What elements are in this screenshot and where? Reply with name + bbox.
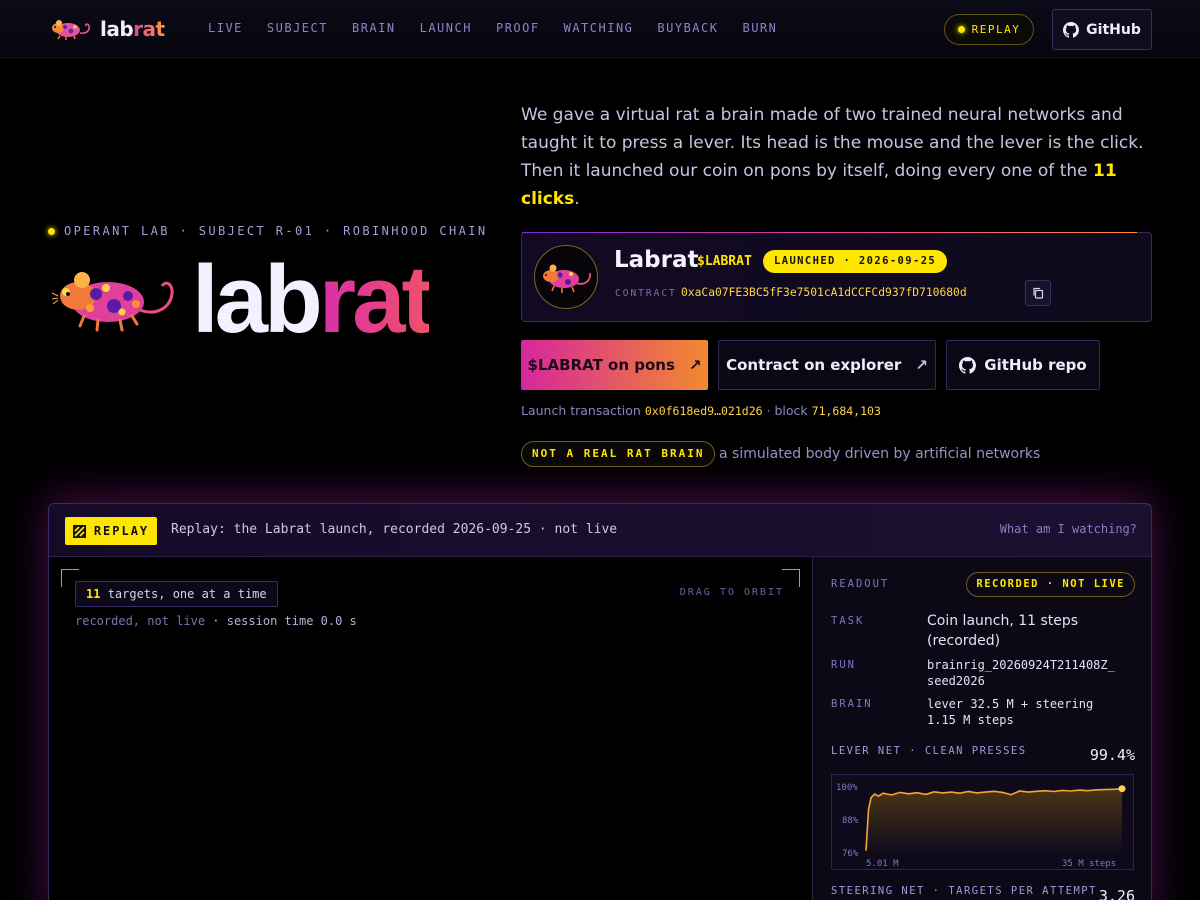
hero-title-rat: rat bbox=[318, 246, 434, 353]
nav-link-buyback[interactable]: BUYBACK bbox=[657, 21, 718, 35]
top-nav: labrat LIVE SUBJECT BRAIN LAUNCH PROOF W… bbox=[0, 0, 1200, 58]
nav-link-live[interactable]: LIVE bbox=[208, 21, 243, 35]
lever-area-fill bbox=[866, 788, 1122, 855]
nav-link-brain[interactable]: BRAIN bbox=[352, 21, 396, 35]
github-repo-label: GitHub repo bbox=[984, 356, 1087, 374]
launch-transaction: Launch transaction 0x0f618ed9…021d26 · b… bbox=[521, 403, 881, 418]
run-value: brainrig_20260924T211408Z_ seed2026 bbox=[927, 658, 1115, 688]
hero-title-lab: lab bbox=[192, 246, 323, 353]
steering-net-label: STEERING NET · TARGETS PER ATTEMPT bbox=[831, 885, 1097, 897]
targets-text: targets, one at a time bbox=[107, 587, 267, 601]
nav-link-launch[interactable]: LAUNCH bbox=[420, 21, 472, 35]
contract-label: CONTRACT bbox=[615, 288, 677, 299]
contract-address[interactable]: 0xaCa07FE3BC5fF3e7501cA1dCCFCd937fD71068… bbox=[681, 286, 967, 299]
nav-link-burn[interactable]: BURN bbox=[742, 21, 777, 35]
replay-nav-label: REPLAY bbox=[971, 23, 1021, 36]
lever-net-value: 99.4% bbox=[1089, 746, 1135, 764]
rat-hero-icon bbox=[52, 272, 174, 332]
replay-panel: REPLAY Replay: the Labrat launch, record… bbox=[48, 503, 1152, 900]
task-key: TASK bbox=[831, 615, 865, 627]
x-tick-label: 5.01 M bbox=[866, 859, 899, 869]
rat-avatar-icon bbox=[543, 264, 591, 293]
brain-key: BRAIN bbox=[831, 698, 873, 710]
github-icon bbox=[1063, 21, 1080, 38]
session-time: · session time 0.0 s bbox=[205, 614, 357, 628]
pons-button-label: $LABRAT on pons bbox=[527, 356, 675, 374]
rat-logo-icon bbox=[52, 20, 90, 40]
brain-value: lever 32.5 M + steering 1.15 M steps bbox=[927, 697, 1094, 727]
session-status: recorded, not live · session time 0.0 s bbox=[75, 614, 357, 628]
lever-net-label: LEVER NET · CLEAN PRESSES bbox=[831, 745, 1027, 757]
task-value: Coin launch, 11 steps (recorded) bbox=[927, 613, 1079, 649]
targets-count: 11 bbox=[86, 587, 101, 601]
launch-tx-prefix: Launch transaction bbox=[521, 403, 641, 418]
external-arrow-icon: ↗ bbox=[915, 356, 928, 374]
intro-text: We gave a virtual rat a brain made of tw… bbox=[521, 105, 1144, 181]
github-nav-button[interactable]: GitHub bbox=[1052, 9, 1152, 50]
pons-button[interactable]: $LABRAT on pons ↗ bbox=[521, 340, 708, 390]
simulation-viewport[interactable]: 11 targets, one at a time DRAG TO ORBIT … bbox=[49, 557, 812, 900]
y-tick-label: 100% bbox=[836, 783, 858, 793]
replay-icon bbox=[72, 524, 86, 538]
launch-block-label: · block bbox=[766, 403, 808, 418]
logo-text-rat: rat bbox=[133, 17, 165, 41]
token-card: Labrat $LABRAT LAUNCHED · 2026-09-25 CON… bbox=[521, 232, 1152, 322]
hero-eyebrow-text: OPERANT LAB · SUBJECT R-01 · ROBINHOOD C… bbox=[64, 224, 488, 238]
explorer-button-label: Contract on explorer bbox=[726, 356, 902, 374]
github-nav-label: GitHub bbox=[1086, 21, 1141, 38]
nav-link-watching[interactable]: WATCHING bbox=[564, 21, 634, 35]
session-muted: recorded, not live bbox=[75, 614, 206, 628]
hero-intro: We gave a virtual rat a brain made of tw… bbox=[521, 101, 1151, 213]
run-key: RUN bbox=[831, 659, 856, 671]
launch-tx-hash[interactable]: 0x0f618ed9…021d26 bbox=[645, 404, 763, 418]
what-am-i-watching-link[interactable]: What am I watching? bbox=[1000, 522, 1137, 536]
y-tick-label: 76% bbox=[842, 849, 859, 859]
launched-badge: LAUNCHED · 2026-09-25 bbox=[763, 250, 948, 273]
logo-text-lab: lab bbox=[100, 17, 134, 41]
disclaimer-text: a simulated body driven by artificial ne… bbox=[719, 446, 1041, 462]
lever-chart-svg: 100% 88% 76% 5.01 M 35 M steps bbox=[836, 783, 1126, 869]
token-name: Labrat bbox=[614, 247, 699, 273]
nav-link-subject[interactable]: SUBJECT bbox=[267, 21, 328, 35]
recorded-badge: RECORDED · NOT LIVE bbox=[966, 572, 1135, 597]
replay-header: REPLAY Replay: the Labrat launch, record… bbox=[49, 504, 1151, 557]
nav-link-proof[interactable]: PROOF bbox=[496, 21, 540, 35]
logo[interactable]: labrat bbox=[50, 14, 165, 44]
launch-block-number[interactable]: 71,684,103 bbox=[812, 404, 881, 418]
y-tick-label: 88% bbox=[842, 816, 859, 826]
copy-icon bbox=[1033, 287, 1044, 299]
explorer-button[interactable]: Contract on explorer ↗ bbox=[718, 340, 936, 390]
replay-title: Replay: the Labrat launch, recorded 2026… bbox=[171, 522, 618, 537]
github-repo-button[interactable]: GitHub repo bbox=[946, 340, 1100, 390]
readout-label: READOUT bbox=[831, 578, 890, 590]
viewport-corner-bracket bbox=[782, 569, 800, 587]
hero-eyebrow: OPERANT LAB · SUBJECT R-01 · ROBINHOOD C… bbox=[48, 224, 487, 238]
lever-endpoint bbox=[1118, 785, 1126, 793]
x-tick-label: 35 M steps bbox=[1062, 859, 1116, 869]
hero-title: labrat bbox=[192, 240, 434, 360]
drag-to-orbit-hint: DRAG TO ORBIT bbox=[679, 587, 784, 598]
github-icon bbox=[959, 356, 977, 374]
targets-pill: 11 targets, one at a time bbox=[75, 581, 278, 607]
status-dot-icon bbox=[48, 227, 55, 235]
nav-links: LIVE SUBJECT BRAIN LAUNCH PROOF WATCHING… bbox=[208, 21, 777, 35]
intro-end: . bbox=[574, 189, 580, 209]
lever-net-chart: 100% 88% 76% 5.01 M 35 M steps bbox=[831, 774, 1134, 870]
readout-panel: READOUT RECORDED · NOT LIVE TASK Coin la… bbox=[812, 557, 1151, 900]
copy-address-button[interactable] bbox=[1025, 280, 1051, 306]
replay-nav-button[interactable]: REPLAY bbox=[944, 14, 1034, 45]
token-ticker: $LABRAT bbox=[697, 254, 752, 269]
steering-net-value: 3.26 bbox=[1098, 887, 1135, 900]
token-avatar bbox=[534, 245, 598, 309]
replay-badge: REPLAY bbox=[65, 517, 157, 545]
not-real-badge: NOT A REAL RAT BRAIN bbox=[521, 441, 716, 467]
replay-badge-label: REPLAY bbox=[93, 524, 150, 538]
external-arrow-icon: ↗ bbox=[688, 356, 702, 374]
live-dot-icon bbox=[957, 26, 965, 33]
